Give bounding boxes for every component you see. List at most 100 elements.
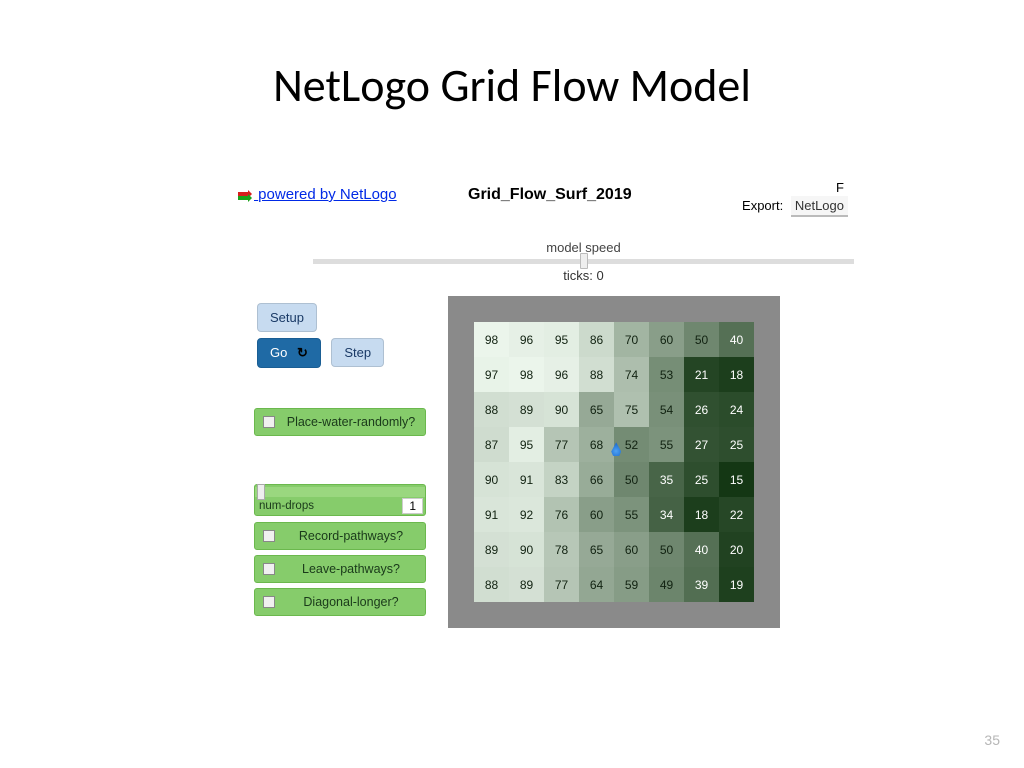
grid-cell: 22 [719, 497, 754, 532]
ticks-label: ticks: 0 [313, 268, 854, 283]
grid-cell: 98 [509, 357, 544, 392]
grid-cell: 27 [684, 427, 719, 462]
grid-cell: 96 [509, 322, 544, 357]
checkbox-icon [263, 416, 275, 428]
grid-cell: 60 [614, 532, 649, 567]
grid-cell: 60 [649, 322, 684, 357]
switch-label: Place-water-randomly? [285, 415, 417, 429]
grid-cell: 86 [579, 322, 614, 357]
speed-slider[interactable] [313, 259, 854, 264]
export-dropdown[interactable]: NetLogo [791, 196, 848, 217]
grid-cell: 74 [614, 357, 649, 392]
grid-cell: 40 [719, 322, 754, 357]
grid-cell: 60 [579, 497, 614, 532]
grid-cell: 91 [474, 497, 509, 532]
grid-cell: 83 [544, 462, 579, 497]
switch-label: Leave-pathways? [285, 562, 417, 576]
powered-by-text: powered by NetLogo [258, 186, 396, 203]
grid-cell: 54 [649, 392, 684, 427]
slider-thumb[interactable] [257, 484, 265, 500]
grid-cell: 97 [474, 357, 509, 392]
world-view[interactable]: 9896958670605040979896887453211888899065… [448, 296, 780, 628]
grid-cell: 88 [474, 392, 509, 427]
grid-cell: 35 [649, 462, 684, 497]
grid-cell: 18 [684, 497, 719, 532]
grid-cell: 40 [684, 532, 719, 567]
grid-cell: 49 [649, 567, 684, 602]
grid-cell: 76 [544, 497, 579, 532]
slider-value: 1 [402, 498, 423, 514]
grid-cell: 25 [684, 462, 719, 497]
slide-title: NetLogo Grid Flow Model [0, 58, 1024, 114]
go-button-label: Go [270, 345, 287, 360]
setup-button[interactable]: Setup [257, 303, 317, 332]
grid-cell: 21 [684, 357, 719, 392]
grid-cell: 59 [614, 567, 649, 602]
grid-cell: 96 [544, 357, 579, 392]
slider-num-drops[interactable]: num-drops 1 [254, 484, 426, 516]
grid-cell: 92 [509, 497, 544, 532]
grid-cell: 20 [719, 532, 754, 567]
step-button[interactable]: Step [331, 338, 384, 367]
switch-label: Diagonal-longer? [285, 595, 417, 609]
netlogo-app: powered by NetLogo Grid_Flow_Surf_2019 F… [238, 180, 844, 688]
slider-name: num-drops [259, 500, 314, 512]
powered-by-netlogo-link[interactable]: powered by NetLogo [238, 186, 397, 203]
grid-cell: 50 [684, 322, 719, 357]
model-name: Grid_Flow_Surf_2019 [468, 186, 632, 204]
grid-cell: 95 [544, 322, 579, 357]
grid-cell: 18 [719, 357, 754, 392]
grid-cell: 64 [579, 567, 614, 602]
grid-cell: 89 [509, 392, 544, 427]
grid-cell: 90 [544, 392, 579, 427]
switch-record-pathways[interactable]: Record-pathways? [254, 522, 426, 550]
grid-cell: 95 [509, 427, 544, 462]
netlogo-arrow-icon [238, 189, 252, 201]
grid-cell: 53 [649, 357, 684, 392]
grid-cell: 70 [614, 322, 649, 357]
grid-cell: 66 [579, 462, 614, 497]
switch-leave-pathways[interactable]: Leave-pathways? [254, 555, 426, 583]
grid-cell: 15 [719, 462, 754, 497]
speed-control: model speed ticks: 0 [313, 240, 854, 283]
grid-cell: 88 [579, 357, 614, 392]
switch-place-water-randomly[interactable]: Place-water-randomly? [254, 408, 426, 436]
switch-label: Record-pathways? [285, 529, 417, 543]
grid-cell: 24 [719, 392, 754, 427]
grid-cell: 55 [614, 497, 649, 532]
grid-cell: 50 [614, 462, 649, 497]
grid-cell: 52 [614, 427, 649, 462]
grid-cell: 91 [509, 462, 544, 497]
grid-cell: 68 [579, 427, 614, 462]
grid-cell: 55 [649, 427, 684, 462]
checkbox-icon [263, 563, 275, 575]
grid-cell: 78 [544, 532, 579, 567]
grid-cell: 87 [474, 427, 509, 462]
grid-cell: 89 [474, 532, 509, 567]
top-bar: powered by NetLogo Grid_Flow_Surf_2019 F… [238, 180, 844, 208]
elevation-grid: 9896958670605040979896887453211888899065… [474, 322, 754, 602]
checkbox-icon [263, 596, 275, 608]
export-label: Export: [742, 198, 783, 213]
loop-icon: ↻ [297, 345, 308, 361]
grid-cell: 90 [509, 532, 544, 567]
speed-slider-thumb[interactable] [580, 253, 588, 269]
grid-cell: 19 [719, 567, 754, 602]
grid-cell: 50 [649, 532, 684, 567]
grid-cell: 34 [649, 497, 684, 532]
grid-cell: 65 [579, 532, 614, 567]
grid-cell: 65 [579, 392, 614, 427]
slider-track[interactable] [255, 487, 425, 497]
controls-panel: Setup Go ↻ Step Place-water-randomly? nu… [254, 300, 434, 621]
go-button[interactable]: Go ↻ [257, 338, 321, 368]
grid-cell: 89 [509, 567, 544, 602]
switch-diagonal-longer[interactable]: Diagonal-longer? [254, 588, 426, 616]
grid-cell: 77 [544, 427, 579, 462]
grid-cell: 25 [719, 427, 754, 462]
grid-cell: 77 [544, 567, 579, 602]
slide-page-number: 35 [984, 732, 1000, 748]
grid-cell: 98 [474, 322, 509, 357]
export-area: Export: NetLogo [742, 196, 848, 217]
grid-cell: 26 [684, 392, 719, 427]
grid-cell: 90 [474, 462, 509, 497]
